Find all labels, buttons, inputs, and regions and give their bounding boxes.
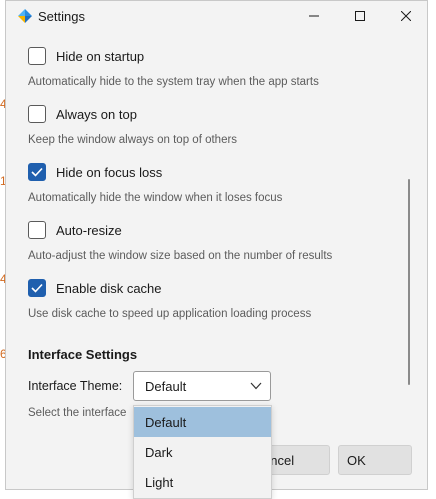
option-label: Hide on startup <box>56 48 145 64</box>
theme-dropdown-list: Default Dark Light <box>133 405 272 499</box>
option-label: Enable disk cache <box>56 280 162 296</box>
option-label: Hide on focus loss <box>56 164 163 180</box>
option-description: Automatically hide the window when it lo… <box>28 192 283 204</box>
window-title: Settings <box>38 9 85 24</box>
theme-select[interactable]: Default <box>133 371 271 401</box>
theme-option-dark[interactable]: Dark <box>134 437 271 467</box>
theme-option-light[interactable]: Light <box>134 467 271 497</box>
checkbox[interactable] <box>28 279 46 297</box>
title-bar[interactable]: Settings <box>6 1 427 33</box>
theme-option-label: Light <box>145 475 174 490</box>
theme-option-label: Dark <box>145 445 173 460</box>
checkbox[interactable] <box>28 105 46 123</box>
option-description: Automatically hide to the system tray wh… <box>28 76 319 88</box>
option-hide-on-focus-loss[interactable]: Hide on focus loss <box>28 161 162 183</box>
minimize-button[interactable] <box>291 1 337 31</box>
close-button[interactable] <box>383 1 427 31</box>
theme-select-value: Default <box>145 379 187 394</box>
option-description: Use disk cache to speed up application l… <box>28 308 312 320</box>
checkbox[interactable] <box>28 221 46 239</box>
theme-label: Interface Theme: <box>28 379 123 393</box>
theme-option-label: Default <box>145 415 187 430</box>
interface-settings-heading: Interface Settings <box>28 347 138 362</box>
checkmark-icon <box>31 167 43 177</box>
option-description: Auto-adjust the window size based on the… <box>28 250 333 262</box>
maximize-button[interactable] <box>337 1 383 31</box>
maximize-icon <box>355 11 365 21</box>
chevron-down-icon <box>250 382 262 390</box>
option-description: Keep the window always on top of others <box>28 134 238 146</box>
scrollbar[interactable] <box>408 179 410 385</box>
ok-button-label: OK <box>347 453 366 468</box>
option-always-on-top[interactable]: Always on top <box>28 103 137 125</box>
option-hide-on-startup[interactable]: Hide on startup <box>28 45 144 67</box>
option-enable-disk-cache[interactable]: Enable disk cache <box>28 277 162 299</box>
option-label: Auto-resize <box>56 222 122 238</box>
theme-description: Select the interface <box>28 407 127 419</box>
option-label: Always on top <box>56 106 137 122</box>
minimize-icon <box>309 15 319 17</box>
theme-option-default[interactable]: Default <box>134 407 271 437</box>
checkmark-icon <box>31 283 43 293</box>
close-icon <box>401 11 411 21</box>
option-auto-resize[interactable]: Auto-resize <box>28 219 122 241</box>
ok-button[interactable]: OK <box>338 445 412 475</box>
checkbox[interactable] <box>28 47 46 65</box>
app-logo-icon <box>18 9 32 23</box>
checkbox[interactable] <box>28 163 46 181</box>
